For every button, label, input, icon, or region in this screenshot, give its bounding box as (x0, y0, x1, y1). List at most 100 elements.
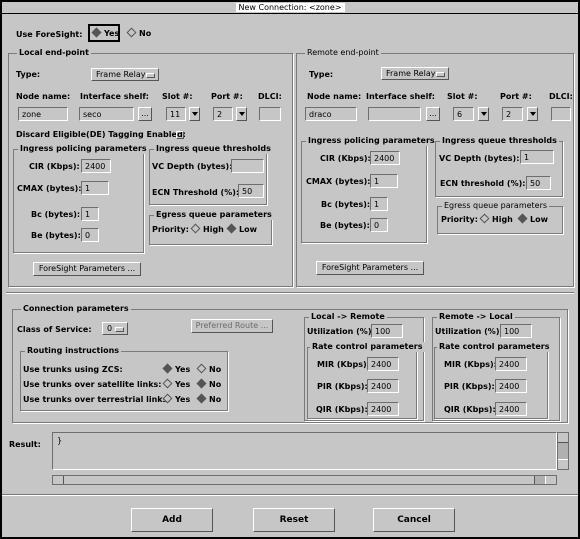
remote-ecn-field[interactable]: 50 (526, 176, 551, 190)
scroll-down-arrow-icon[interactable] (558, 459, 568, 469)
remote-slot-label: Slot #: (447, 92, 478, 101)
local-cmax-label: CMAX (bytes): (17, 184, 82, 193)
l2r-mir-field[interactable]: 2400 (367, 357, 399, 371)
foresight-yes-radio[interactable]: Yes (91, 27, 119, 39)
local-port-field[interactable]: 2 (213, 107, 233, 121)
local-priority-low-radio[interactable]: Low (226, 223, 257, 235)
option-menu-icon (436, 72, 445, 77)
local-port-arrow-icon[interactable] (236, 107, 247, 121)
local-type-label: Type: (16, 70, 41, 79)
local-shelf-browse-button[interactable]: ... (138, 107, 152, 121)
r2l-qir-label: QIR (Kbps): (444, 405, 496, 414)
reset-button[interactable]: Reset (253, 508, 335, 532)
zcs-yes-radio[interactable]: Yes (162, 363, 190, 375)
l2r-qir-field[interactable]: 2400 (367, 402, 399, 416)
cancel-button[interactable]: Cancel (373, 508, 455, 532)
discard-eligible-label: Discard Eligible(DE) Tagging Enabled: (16, 130, 186, 139)
scroll-thumb[interactable] (64, 476, 535, 484)
remote-node-label: Node name: (307, 92, 362, 101)
local-vc-depth-label: VC Depth (bytes): (152, 162, 233, 171)
result-textarea[interactable]: } (52, 432, 557, 470)
local-dlci-field[interactable] (259, 107, 281, 121)
remote-slot-field[interactable]: 6 (453, 107, 474, 121)
local-ecn-field[interactable]: 50 (238, 184, 264, 198)
remote-ecn-label: ECN threshold (%): (440, 179, 526, 188)
scroll-up-arrow-icon[interactable] (558, 433, 568, 443)
radio-on-icon (162, 363, 173, 374)
r2l-qir-field[interactable]: 2400 (495, 402, 527, 416)
remote-priority-low-radio[interactable]: Low (517, 213, 548, 225)
radio-on-icon (91, 27, 102, 38)
remote-port-field[interactable]: 2 (502, 107, 523, 121)
local-cmax-field[interactable]: 1 (81, 181, 109, 195)
local-vc-depth-field[interactable] (231, 159, 264, 173)
result-vertical-scrollbar[interactable] (557, 432, 569, 470)
remote-dlci-label: DLCI: (549, 92, 573, 101)
local-type-menu[interactable]: Frame Relay (91, 68, 159, 81)
l2r-utilization-field[interactable]: 100 (371, 324, 403, 338)
local-endpoint-title: Local end-point (17, 48, 91, 58)
local-dlci-label: DLCI: (258, 92, 282, 101)
l2r-qir-label: QIR (Kbps): (316, 405, 368, 414)
remote-slot-arrow-icon[interactable] (478, 107, 489, 121)
result-horizontal-scrollbar[interactable] (52, 475, 557, 485)
add-button[interactable]: Add (131, 508, 213, 532)
remote-node-field[interactable]: draco (305, 107, 357, 121)
radio-off-icon (162, 378, 173, 389)
remote-cmax-field[interactable]: 1 (370, 174, 398, 188)
local-priority-high-radio[interactable]: High (190, 223, 224, 235)
discard-eligible-checkbox[interactable] (176, 131, 184, 139)
local-bc-field[interactable]: 1 (81, 207, 99, 221)
remote-cir-field[interactable]: 2400 (370, 151, 400, 165)
remote-port-label: Port #: (500, 92, 532, 101)
r2l-utilization-field[interactable]: 100 (500, 324, 532, 338)
remote-dlci-field[interactable] (551, 107, 571, 121)
local-node-field[interactable]: zone (18, 107, 68, 121)
remote-bc-field[interactable]: 1 (370, 197, 388, 211)
routing-satellite-label: Use trunks over satellite links: (23, 380, 162, 389)
zcs-no-radio[interactable]: No (196, 363, 221, 375)
foresight-no-radio[interactable]: No (126, 27, 151, 39)
remote-be-field[interactable]: 0 (370, 218, 388, 232)
connection-parameters-title: Connection parameters (21, 304, 131, 314)
satellite-no-radio[interactable]: No (196, 378, 221, 390)
l2r-pir-field[interactable]: 2400 (367, 379, 399, 393)
remote-egress-title: Egress queue parameters (442, 201, 550, 211)
local-port-label: Port #: (211, 92, 243, 101)
remote-type-menu[interactable]: Frame Relay (381, 67, 449, 80)
title-bar[interactable]: New Connection: <zone> (2, 2, 578, 14)
terrestrial-no-radio[interactable]: No (196, 393, 221, 405)
r2l-pir-field[interactable]: 2400 (495, 379, 527, 393)
r2l-rate-control-title: Rate control parameters (437, 342, 552, 352)
remote-shelf-field[interactable] (368, 107, 421, 121)
remote-foresight-parameters-button[interactable]: ForeSight Parameters ... (316, 261, 424, 275)
satellite-yes-radio[interactable]: Yes (162, 378, 190, 390)
remote-cir-label: CIR (Kbps): (320, 154, 371, 163)
l2r-utilization-label: Utilization (%): (307, 327, 375, 336)
local-slot-arrow-icon[interactable] (189, 107, 200, 121)
local-foresight-parameters-button[interactable]: ForeSight Parameters ... (33, 262, 141, 276)
remote-priority-high-radio[interactable]: High (479, 213, 513, 225)
l2r-pir-label: PIR (Kbps): (317, 382, 368, 391)
result-text: } (57, 436, 63, 445)
remote-port-arrow-icon[interactable] (527, 107, 538, 121)
scroll-right-arrow-icon[interactable] (545, 476, 556, 484)
class-of-service-label: Class of Service: (17, 325, 92, 334)
class-of-service-menu[interactable]: 0 (102, 322, 128, 335)
local-cir-field[interactable]: 2400 (81, 159, 111, 173)
remote-cmax-label: CMAX (bytes): (306, 177, 371, 186)
local-policing-title: Ingress policing parameters (18, 144, 149, 154)
terrestrial-yes-radio[interactable]: Yes (162, 393, 190, 405)
r2l-mir-field[interactable]: 2400 (495, 357, 527, 371)
option-menu-icon (115, 327, 124, 332)
remote-policing-title: Ingress policing parameters (306, 136, 437, 146)
preferred-route-button[interactable]: Preferred Route ... (191, 319, 273, 333)
local-slot-field[interactable]: 11 (166, 107, 186, 121)
local-shelf-field[interactable]: seco (79, 107, 134, 121)
remote-shelf-browse-button[interactable]: ... (426, 107, 440, 121)
remote-vc-depth-field[interactable]: 1 (520, 150, 554, 164)
radio-on-icon (517, 213, 528, 224)
scroll-left-arrow-icon[interactable] (53, 476, 64, 484)
radio-on-icon (226, 223, 237, 234)
local-be-field[interactable]: 0 (81, 228, 99, 242)
